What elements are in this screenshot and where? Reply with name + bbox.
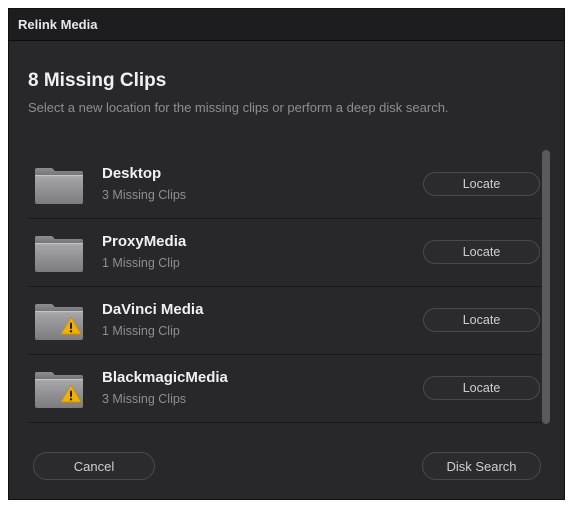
list-item: ProxyMedia 1 Missing Clip Locate bbox=[28, 220, 542, 287]
list-item: Desktop 3 Missing Clips Locate bbox=[28, 152, 542, 219]
folder-icon bbox=[34, 235, 84, 273]
locate-button[interactable]: Locate bbox=[423, 240, 540, 264]
missing-count: 1 Missing Clip bbox=[102, 324, 180, 338]
folder-name: Desktop bbox=[102, 165, 162, 182]
missing-count: 3 Missing Clips bbox=[102, 392, 187, 406]
folder-name: ProxyMedia bbox=[102, 233, 187, 250]
warning-icon bbox=[60, 384, 82, 403]
missing-count: 1 Missing Clip bbox=[102, 256, 180, 270]
missing-clips-heading: 8 Missing Clips bbox=[28, 70, 167, 91]
scrollbar[interactable] bbox=[542, 150, 550, 424]
warning-icon bbox=[60, 316, 82, 335]
folder-name: DaVinci Media bbox=[102, 301, 204, 318]
list-item: DaVinci Media 1 Missing Clip Locate bbox=[28, 288, 542, 355]
folder-list: Desktop 3 Missing Clips Locate ProxyMedi… bbox=[28, 152, 554, 424]
disk-search-button[interactable]: Disk Search bbox=[422, 452, 541, 480]
folder-name: BlackmagicMedia bbox=[102, 369, 228, 386]
locate-button[interactable]: Locate bbox=[423, 308, 540, 332]
missing-count: 3 Missing Clips bbox=[102, 188, 187, 202]
title-bar[interactable]: Relink Media bbox=[9, 9, 564, 41]
locate-button[interactable]: Locate bbox=[423, 376, 540, 400]
window-title: Relink Media bbox=[18, 17, 98, 32]
folder-icon bbox=[34, 167, 84, 205]
list-item: BlackmagicMedia 3 Missing Clips Locate bbox=[28, 356, 542, 423]
locate-button[interactable]: Locate bbox=[423, 172, 540, 196]
instructions-text: Select a new location for the missing cl… bbox=[28, 100, 449, 115]
cancel-button[interactable]: Cancel bbox=[33, 452, 155, 480]
